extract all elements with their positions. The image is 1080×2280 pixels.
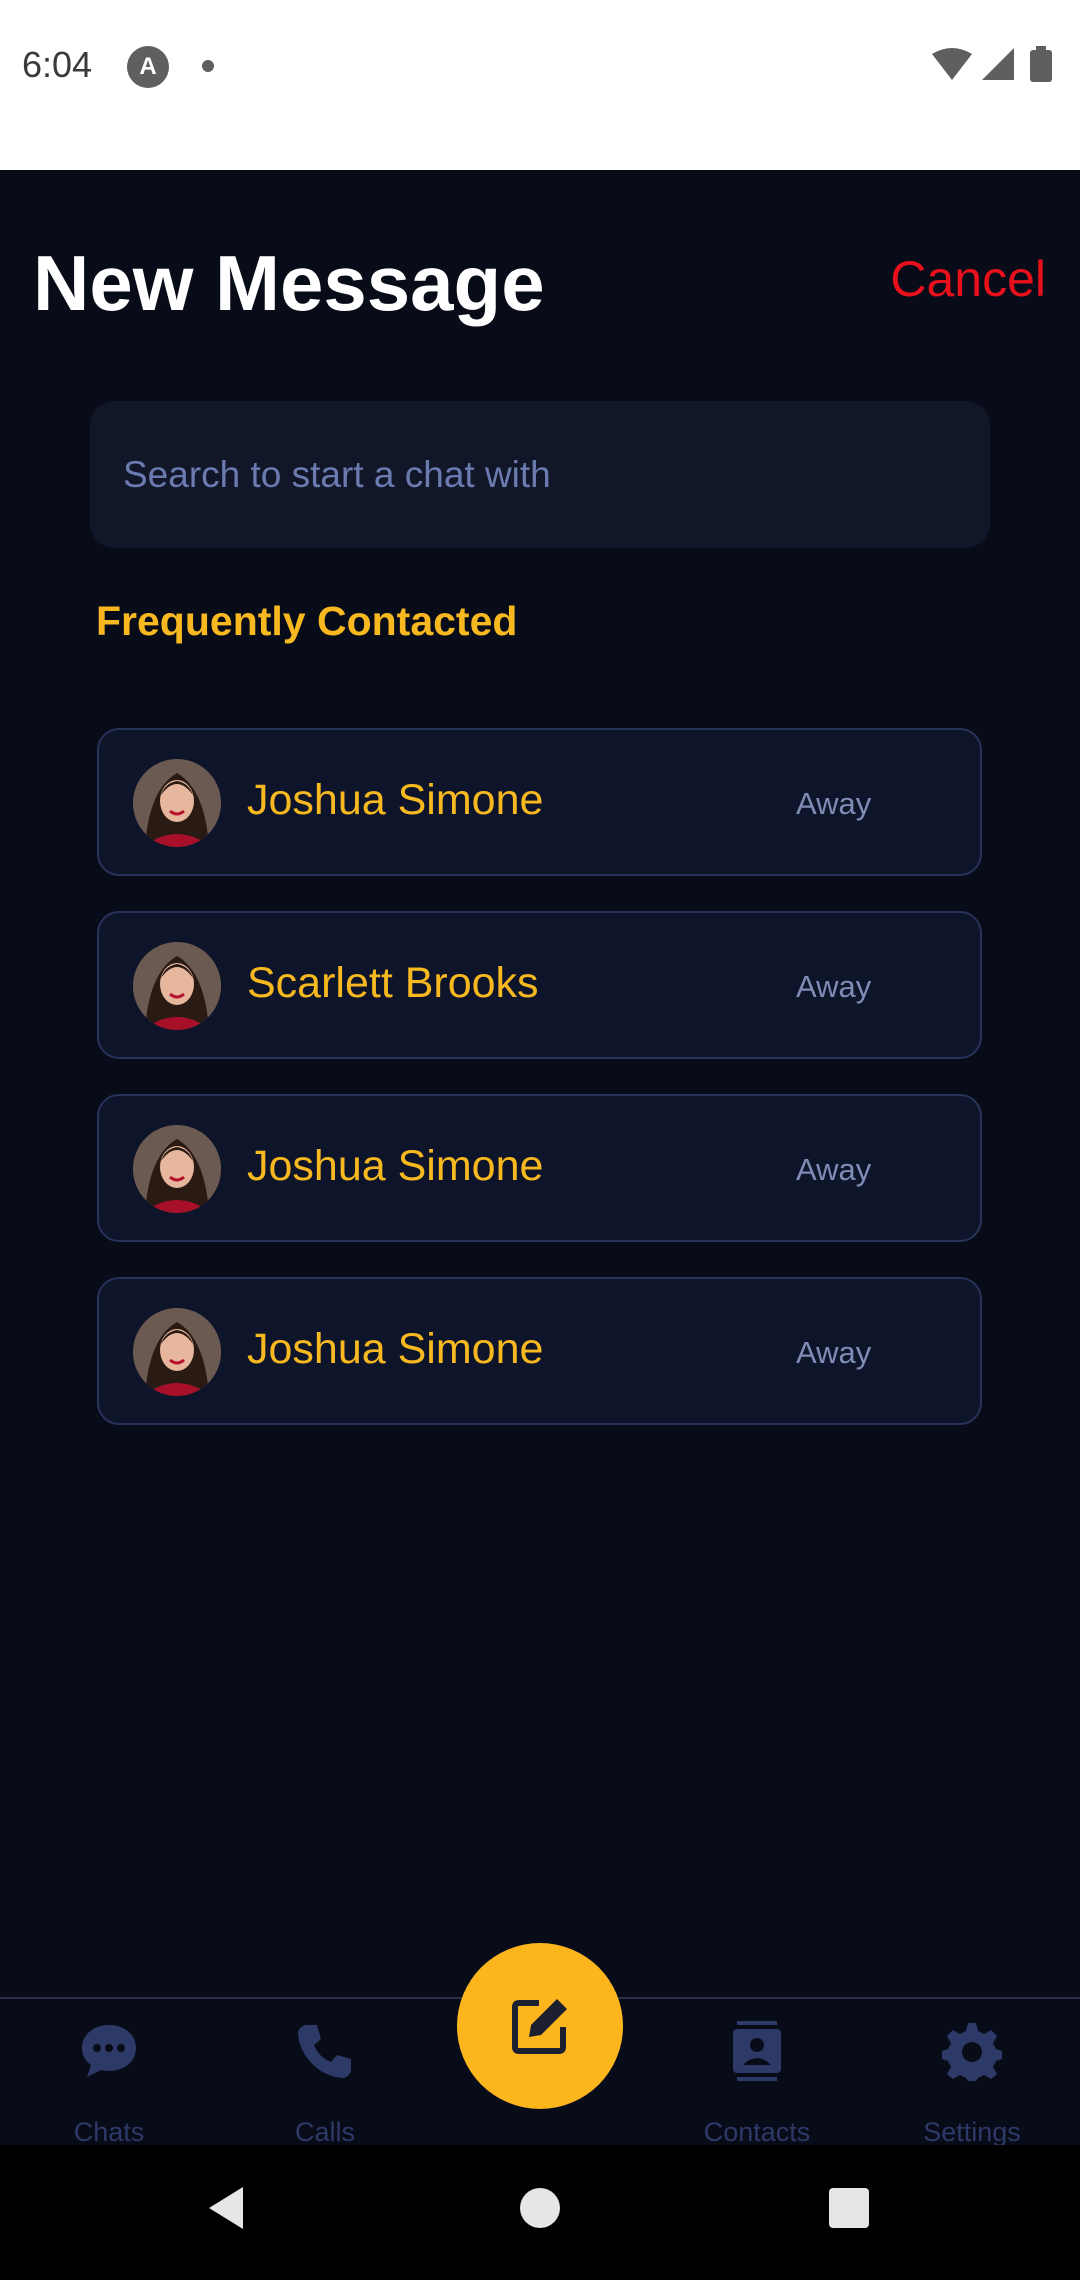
- contact-status: Away: [796, 1335, 872, 1370]
- contact-item[interactable]: Joshua Simone Away: [97, 728, 982, 876]
- contact-status: Away: [796, 1152, 872, 1187]
- nav-label: Calls: [294, 2117, 355, 2147]
- contact-item[interactable]: Joshua Simone Away: [97, 1277, 982, 1425]
- nav-label: Contacts: [703, 2117, 811, 2147]
- contact-name: Joshua Simone: [247, 1325, 544, 1373]
- back-icon[interactable]: [203, 2183, 253, 2233]
- contacts-icon: [733, 2021, 781, 2081]
- contact-status: Away: [796, 786, 872, 821]
- contact-item[interactable]: Scarlett Brooks Away: [97, 911, 982, 1059]
- chat-bubble-icon: [82, 2025, 136, 2077]
- contact-name: Scarlett Brooks: [247, 959, 539, 1007]
- nav-item-chats[interactable]: Chats: [19, 1999, 199, 2147]
- cancel-button[interactable]: Cancel: [890, 250, 1046, 308]
- avatar: [133, 1125, 221, 1213]
- signal-icon: [982, 48, 1014, 80]
- status-time: 6:04: [22, 44, 93, 85]
- recents-icon[interactable]: [826, 2183, 872, 2233]
- section-title-frequently-contacted: Frequently Contacted: [96, 598, 518, 644]
- avatar: [133, 759, 221, 847]
- avatar: [133, 1308, 221, 1396]
- contact-status: Away: [796, 969, 872, 1004]
- notification-app-icon: A: [127, 46, 169, 88]
- contact-list: Joshua Simone Away Scarlett Brooks Away: [97, 728, 982, 1460]
- system-status-icons: [932, 46, 1052, 82]
- nav-item-settings[interactable]: Settings: [882, 1999, 1062, 2147]
- contact-name: Joshua Simone: [247, 776, 544, 824]
- nav-item-calls[interactable]: Calls: [235, 1999, 415, 2147]
- nav-label: Chats: [73, 2117, 145, 2147]
- contact-name: Joshua Simone: [247, 1142, 544, 1190]
- nav-item-contacts[interactable]: Contacts: [667, 1999, 847, 2147]
- nav-label: Settings: [923, 2117, 1021, 2147]
- avatar: [133, 942, 221, 1030]
- search-input[interactable]: [90, 401, 990, 548]
- compose-icon: [512, 1999, 567, 2054]
- notification-dot-icon: [202, 60, 214, 72]
- home-icon[interactable]: [518, 2183, 562, 2233]
- battery-icon: [1030, 50, 1052, 82]
- compose-button[interactable]: [457, 1943, 623, 2109]
- page-title: New Message: [33, 239, 545, 327]
- wifi-icon: [932, 48, 972, 80]
- new-message-screen: New Message Cancel Frequently Contacted …: [0, 170, 1080, 2145]
- status-bar: 6:04 A: [0, 0, 1080, 170]
- android-navigation-bar: [0, 2145, 1080, 2280]
- phone-icon: [298, 2025, 351, 2078]
- contact-item[interactable]: Joshua Simone Away: [97, 1094, 982, 1242]
- gear-icon: [942, 2023, 1002, 2081]
